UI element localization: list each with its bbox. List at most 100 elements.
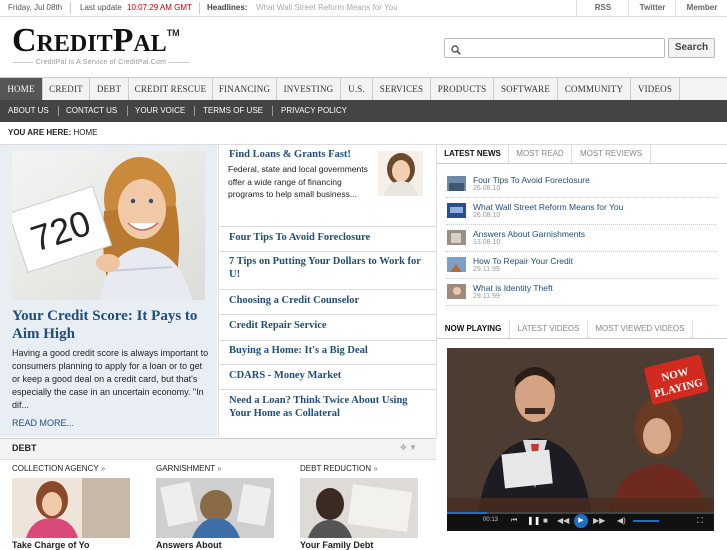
- article-link[interactable]: Buying a Home: It's a Big Deal: [229, 344, 429, 357]
- subnav-contact-us[interactable]: CONTACT US: [66, 100, 117, 122]
- video-time: 00:13: [483, 517, 499, 523]
- news-title[interactable]: How To Repair Your Credit: [473, 256, 573, 266]
- chevron-down-icon[interactable]: ▼: [409, 443, 417, 452]
- news-date: 26.08.10: [473, 185, 501, 192]
- breadcrumb-current[interactable]: HOME: [74, 128, 98, 137]
- news-title[interactable]: What Wall Street Reform Means for You: [473, 202, 623, 212]
- volume-slider[interactable]: [633, 520, 659, 522]
- debt-category-debt-reduction[interactable]: DEBT REDUCTION »: [300, 464, 378, 473]
- search-input[interactable]: [444, 38, 665, 58]
- rss-link[interactable]: RSS: [576, 0, 629, 16]
- news-thumbnail: [447, 230, 466, 245]
- debt-article-caption[interactable]: Your Family Debt: [300, 540, 373, 550]
- nav-software[interactable]: SOFTWARE: [494, 78, 558, 100]
- nav-services[interactable]: SERVICES: [373, 78, 431, 100]
- stop-icon[interactable]: ■: [543, 516, 548, 525]
- nav-products[interactable]: PRODUCTS: [431, 78, 494, 100]
- article-link[interactable]: Choosing a Credit Counselor: [229, 294, 429, 307]
- nav-community[interactable]: COMMUNITY: [558, 78, 631, 100]
- move-icon[interactable]: ✥: [400, 443, 407, 452]
- tab-now-playing[interactable]: NOW PLAYING: [437, 320, 510, 338]
- loans-grants-thumbnail[interactable]: [378, 151, 423, 196]
- member-link[interactable]: Member: [675, 0, 727, 16]
- debt-section-header: [0, 438, 436, 460]
- debt-section-title[interactable]: DEBT: [12, 443, 37, 453]
- tab-latest-news[interactable]: LATEST NEWS: [437, 145, 509, 163]
- tab-most-read[interactable]: MOST READ: [509, 145, 572, 163]
- list-item[interactable]: Four Tips To Avoid Foreclosure 26.08.10: [446, 173, 716, 198]
- collection-agency-image[interactable]: [12, 478, 130, 538]
- debt-article-caption[interactable]: Answers About: [156, 540, 222, 550]
- video-tabs: NOW PLAYING LATEST VIDEOS MOST VIEWED VI…: [437, 320, 727, 339]
- news-thumbnail: [447, 203, 466, 218]
- news-title[interactable]: Four Tips To Avoid Foreclosure: [473, 175, 590, 185]
- news-tabs: LATEST NEWS MOST READ MOST REVIEWS: [437, 145, 727, 164]
- news-thumbnail: [447, 176, 466, 191]
- nav-investing[interactable]: INVESTING: [277, 78, 341, 100]
- debt-article-caption[interactable]: Take Charge of Yo: [12, 540, 90, 550]
- nav-home[interactable]: HOME: [0, 78, 43, 100]
- tab-latest-videos[interactable]: LATEST VIDEOS: [510, 320, 588, 338]
- debt-reduction-image[interactable]: [300, 478, 418, 538]
- news-date: 13.08.10: [473, 239, 501, 246]
- pause-icon[interactable]: ❚❚: [527, 516, 540, 525]
- main-navigation: HOME CREDIT DEBT CREDIT RESCUE FINANCING…: [0, 77, 727, 101]
- garnishment-image[interactable]: [156, 478, 274, 538]
- article-link[interactable]: Need a Loan? Think Twice About Using You…: [229, 394, 429, 420]
- subnav-your-voice[interactable]: YOUR VOICE: [135, 100, 185, 122]
- sub-navigation: ABOUT US CONTACT US YOUR VOICE TERMS OF …: [0, 100, 727, 122]
- news-thumbnail: [447, 257, 466, 272]
- nav-videos[interactable]: VIDEOS: [631, 78, 680, 100]
- logo-wordmark: CreditPal: [12, 22, 167, 59]
- top-bar: Friday, Jul 08th Last update 10:07:29 AM…: [0, 0, 727, 17]
- tab-most-reviews[interactable]: MOST REVIEWS: [572, 145, 651, 163]
- last-update-label: Last update: [80, 3, 122, 12]
- headlines-label: Headlines:: [207, 3, 248, 12]
- featured-title[interactable]: Your Credit Score: It Pays to Aim High: [12, 307, 212, 343]
- search-button[interactable]: Search: [668, 38, 715, 58]
- nav-credit[interactable]: CREDIT: [43, 78, 90, 100]
- featured-excerpt: Having a good credit score is always imp…: [12, 348, 209, 410]
- prev-icon[interactable]: ◀◀: [557, 516, 569, 525]
- current-date: Friday, Jul 08th: [8, 3, 63, 12]
- article-link[interactable]: Credit Repair Service: [229, 319, 429, 332]
- search-icon: [451, 42, 461, 60]
- video-player[interactable]: NOW PLAYING 00:13 ⏮ ❚❚ ■ ◀◀ ▶ ▶▶ ◀) ⛶: [447, 348, 714, 531]
- nav-credit-rescue[interactable]: CREDIT RESCUE: [129, 78, 213, 100]
- article-link[interactable]: CDARS - Money Market: [229, 369, 429, 382]
- list-item[interactable]: Answers About Garnishments 13.08.10: [446, 227, 716, 252]
- volume-icon[interactable]: ◀): [617, 516, 626, 525]
- list-item[interactable]: How To Repair Your Credit 29.11.99: [446, 254, 716, 279]
- tab-most-viewed-videos[interactable]: MOST VIEWED VIDEOS: [588, 320, 693, 338]
- headline-ticker[interactable]: What Wall Street Reform Means for You: [256, 0, 398, 16]
- list-item[interactable]: What is Identity Theft 29.11.99: [446, 281, 716, 306]
- twitter-link[interactable]: Twitter: [628, 0, 676, 16]
- debt-category-collection-agency[interactable]: COLLECTION AGENCY »: [12, 464, 105, 473]
- play-icon[interactable]: ▶: [574, 514, 588, 528]
- nav-debt[interactable]: DEBT: [90, 78, 129, 100]
- featured-image[interactable]: 720: [12, 151, 205, 300]
- news-date: 29.11.99: [473, 293, 500, 300]
- logo-tagline: ——— CreditPal Is A Service of CreditPal.…: [12, 59, 190, 66]
- subnav-terms-of-use[interactable]: TERMS OF USE: [203, 100, 263, 122]
- subnav-privacy-policy[interactable]: PRIVACY POLICY: [281, 100, 347, 122]
- fullscreen-icon[interactable]: ⛶: [697, 516, 703, 526]
- read-more-link[interactable]: READ MORE...: [12, 418, 74, 428]
- section-controls: ✥ ▼: [400, 443, 417, 452]
- nav-us[interactable]: U.S.: [341, 78, 373, 100]
- article-link[interactable]: 7 Tips on Putting Your Dollars to Work f…: [229, 255, 429, 281]
- site-logo[interactable]: CreditPalTM ——— CreditPal Is A Service o…: [12, 22, 190, 67]
- news-date: 29.11.99: [473, 266, 500, 273]
- news-title[interactable]: What is Identity Theft: [473, 283, 553, 293]
- loans-grants-excerpt: Federal, state and local governments off…: [228, 164, 368, 199]
- nav-financing[interactable]: FINANCING: [213, 78, 277, 100]
- news-title[interactable]: Answers About Garnishments: [473, 229, 585, 239]
- subnav-about-us[interactable]: ABOUT US: [8, 100, 49, 122]
- news-thumbnail: [447, 284, 466, 299]
- next-icon[interactable]: ▶▶: [593, 516, 605, 525]
- debt-category-garnishment[interactable]: GARNISHMENT »: [156, 464, 222, 473]
- article-link[interactable]: Four Tips To Avoid Foreclosure: [229, 231, 429, 244]
- logo-trademark: TM: [166, 28, 180, 38]
- rewind-icon[interactable]: ⏮: [511, 517, 517, 525]
- list-item[interactable]: What Wall Street Reform Means for You 26…: [446, 200, 716, 225]
